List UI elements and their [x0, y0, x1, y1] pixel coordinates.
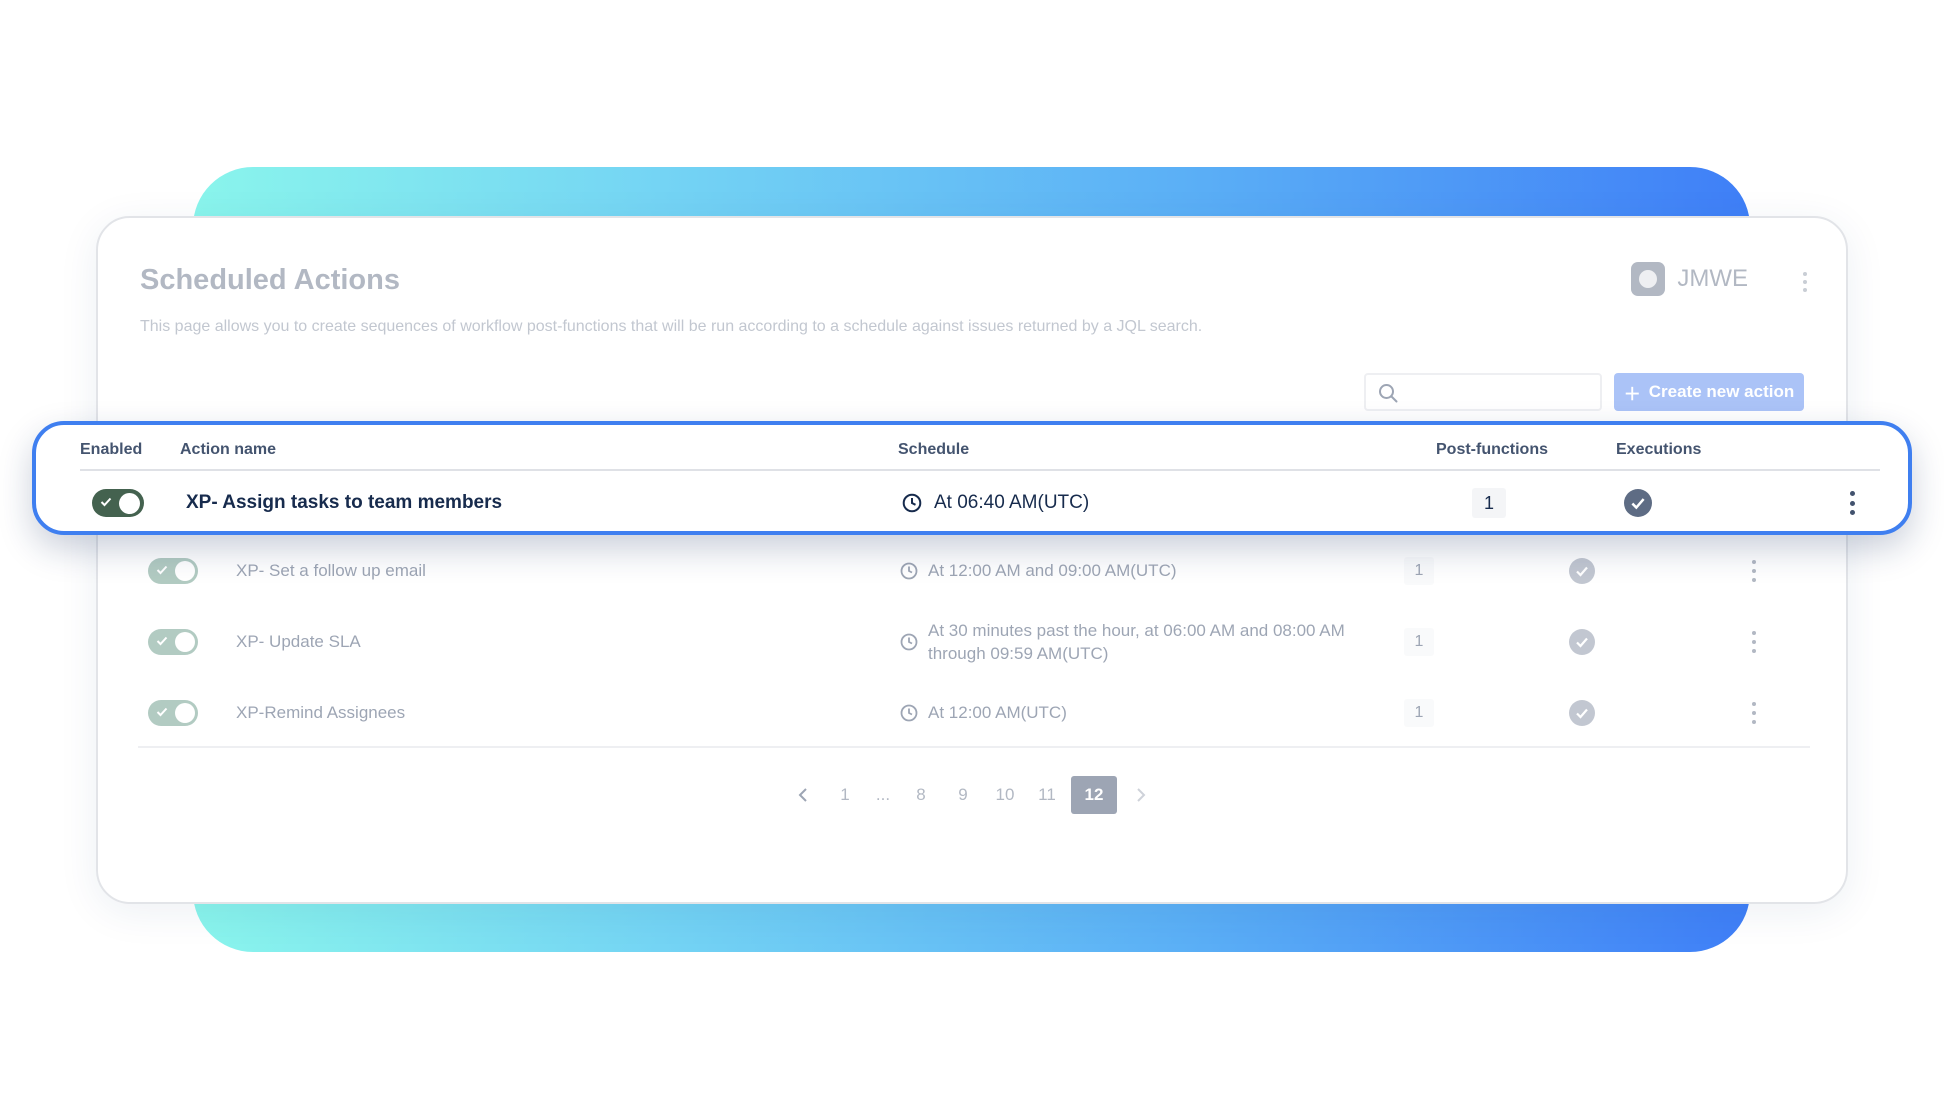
action-name[interactable]: XP- Assign tasks to team members	[186, 471, 502, 535]
highlighted-row-card: Enabled Action name Schedule Post-functi…	[32, 421, 1912, 535]
check-icon	[156, 636, 168, 646]
search-icon	[1379, 384, 1398, 403]
column-enabled: Enabled	[80, 441, 143, 458]
table-row[interactable]: XP- Set a follow up email At 12:00 AM an…	[138, 536, 1810, 606]
row-more-icon[interactable]	[1847, 491, 1857, 515]
next-page-icon[interactable]	[1123, 776, 1159, 814]
column-post-functions: Post-functions	[1436, 441, 1548, 458]
table-row[interactable]: XP-Remind Assignees At 12:00 AM(UTC) 1	[138, 678, 1810, 748]
post-functions-count: 1	[1404, 628, 1434, 656]
schedule-text: At 06:40 AM(UTC)	[934, 492, 1090, 513]
table-row[interactable]: XP- Update SLA At 30 minutes past the ho…	[138, 606, 1810, 678]
row-more-icon[interactable]	[1749, 560, 1759, 582]
post-functions-count: 1	[1472, 488, 1506, 518]
page-description: This page allows you to create sequences…	[140, 318, 1203, 335]
action-name[interactable]: XP-Remind Assignees	[236, 678, 405, 748]
search-input[interactable]	[1364, 373, 1602, 411]
header-more-icon[interactable]	[1798, 272, 1812, 292]
clock-icon	[900, 562, 918, 580]
plus-icon: ＋	[1623, 384, 1641, 404]
enabled-toggle[interactable]	[148, 558, 198, 584]
clock-icon	[900, 704, 918, 722]
page-11[interactable]: 11	[1029, 776, 1065, 814]
page-9[interactable]: 9	[945, 776, 981, 814]
page-current[interactable]: 12	[1071, 776, 1117, 814]
check-icon	[156, 707, 168, 717]
prev-page-icon[interactable]	[785, 776, 821, 814]
table-row-highlighted[interactable]: XP- Assign tasks to team members At 06:4…	[80, 471, 1880, 535]
scheduled-actions-card: Scheduled Actions This page allows you t…	[96, 216, 1848, 904]
jmwe-logo-icon	[1631, 262, 1666, 296]
enabled-toggle[interactable]	[92, 489, 144, 517]
page-title: Scheduled Actions	[140, 264, 400, 296]
action-name[interactable]: XP- Set a follow up email	[236, 536, 426, 606]
row-more-icon[interactable]	[1749, 631, 1759, 653]
page-1[interactable]: 1	[827, 776, 863, 814]
execution-success-icon[interactable]	[1569, 629, 1595, 655]
enabled-toggle[interactable]	[148, 700, 198, 726]
post-functions-count: 1	[1404, 699, 1434, 727]
page-10[interactable]: 10	[987, 776, 1023, 814]
pagination: 1 ... 8 9 10 11 12	[98, 776, 1846, 814]
post-functions-count: 1	[1404, 557, 1434, 585]
column-executions: Executions	[1616, 441, 1702, 458]
table-header: Enabled Action name Schedule Post-functi…	[80, 425, 1880, 471]
enabled-toggle[interactable]	[148, 629, 198, 655]
schedule-text: At 12:00 AM and 09:00 AM(UTC)	[928, 561, 1177, 580]
clock-icon	[900, 633, 918, 651]
page-8[interactable]: 8	[903, 776, 939, 814]
execution-success-icon[interactable]	[1624, 489, 1652, 517]
page-ellipsis: ...	[875, 785, 891, 804]
execution-success-icon[interactable]	[1569, 700, 1595, 726]
brand: JMWE	[1631, 262, 1748, 296]
column-action-name: Action name	[180, 441, 277, 458]
row-more-icon[interactable]	[1749, 702, 1759, 724]
action-name[interactable]: XP- Update SLA	[236, 606, 361, 678]
schedule-text: At 30 minutes past the hour, at 06:00 AM…	[928, 621, 1345, 663]
check-icon	[156, 565, 168, 575]
create-new-action-button[interactable]: ＋ Create new action	[1614, 373, 1804, 411]
check-icon	[100, 497, 112, 507]
execution-success-icon[interactable]	[1569, 558, 1595, 584]
column-schedule: Schedule	[898, 441, 970, 458]
schedule-text: At 12:00 AM(UTC)	[928, 703, 1067, 722]
clock-icon	[902, 493, 922, 513]
create-new-action-label: Create new action	[1648, 382, 1795, 401]
brand-name: JMWE	[1677, 265, 1748, 292]
